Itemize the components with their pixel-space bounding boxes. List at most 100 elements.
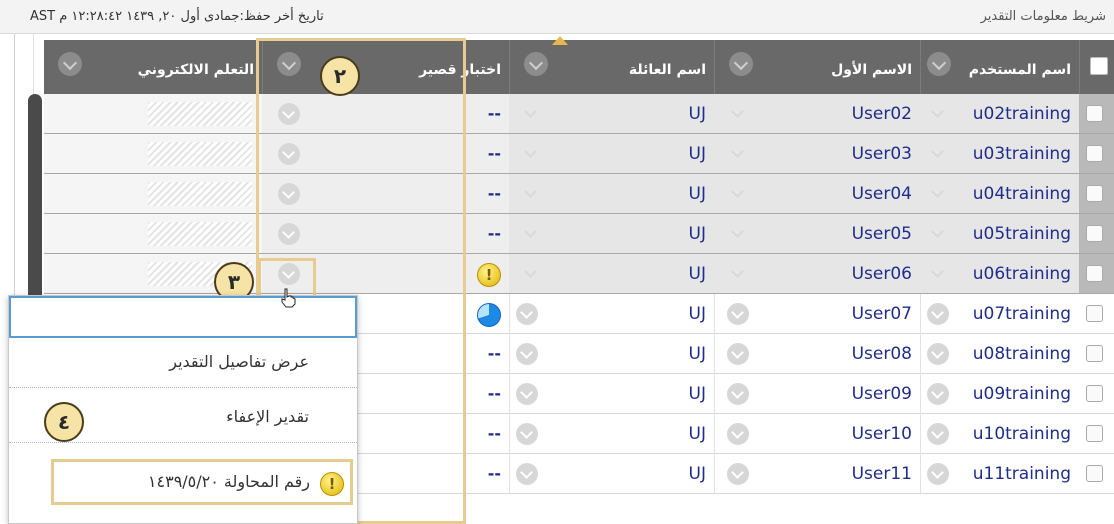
cell-first-name[interactable]: User10 [714, 414, 920, 454]
cell-last-name[interactable]: UJ [509, 374, 714, 414]
chevron-down-icon[interactable] [523, 226, 537, 240]
chevron-down-icon[interactable] [930, 106, 944, 120]
username-link[interactable]: u09training [973, 384, 1071, 404]
cell-username[interactable]: u08training [920, 334, 1079, 374]
last-name-text[interactable]: UJ [689, 464, 706, 484]
cell-last-name[interactable]: UJ [509, 294, 714, 334]
chevron-down-icon[interactable] [727, 463, 749, 485]
chevron-down-icon[interactable] [278, 143, 300, 165]
chevron-down-icon[interactable] [523, 266, 537, 280]
chevron-down-icon[interactable] [727, 343, 749, 365]
chevron-down-icon[interactable] [727, 303, 749, 325]
cell-first-name[interactable]: User11 [714, 454, 920, 494]
chevron-down-icon[interactable] [277, 52, 301, 76]
chevron-down-icon[interactable] [930, 186, 944, 200]
cell-first-name[interactable]: User02 [714, 94, 920, 134]
last-name-text[interactable]: UJ [689, 184, 706, 204]
chevron-down-icon[interactable] [516, 423, 538, 445]
row-checkbox[interactable] [1086, 185, 1103, 202]
cell-username[interactable]: u04training [920, 174, 1079, 214]
cell-username[interactable]: u11training [920, 454, 1079, 494]
chevron-down-icon[interactable] [278, 183, 300, 205]
cell-last-name[interactable]: UJ [509, 94, 714, 134]
last-name-text[interactable]: UJ [689, 384, 706, 404]
table-row[interactable]: -- UJ User05 u05training [44, 214, 1114, 254]
last-name-text[interactable]: UJ [689, 264, 706, 284]
cell-username[interactable]: u05training [920, 214, 1079, 254]
chevron-down-icon[interactable] [523, 186, 537, 200]
row-select-cell[interactable] [1079, 94, 1114, 134]
cell-quiz-grade[interactable]: -- [262, 134, 509, 174]
cell-first-name[interactable]: User04 [714, 174, 920, 214]
cell-username[interactable]: u07training [920, 294, 1079, 334]
header-username[interactable]: اسم المستخدم [920, 40, 1079, 94]
header-select-all[interactable] [1079, 40, 1114, 94]
chevron-down-icon[interactable] [516, 343, 538, 365]
chevron-down-icon[interactable] [523, 146, 537, 160]
chevron-down-icon[interactable] [730, 186, 744, 200]
cell-username[interactable]: u03training [920, 134, 1079, 174]
username-link[interactable]: u11training [973, 464, 1071, 484]
first-name-text[interactable]: User08 [852, 344, 912, 364]
chevron-down-icon[interactable] [58, 52, 82, 76]
first-name-text[interactable]: User11 [852, 464, 912, 484]
row-select-cell[interactable] [1079, 134, 1114, 174]
first-name-text[interactable]: User10 [852, 424, 912, 444]
chevron-down-icon[interactable] [727, 383, 749, 405]
cell-username[interactable]: u06training [920, 254, 1079, 294]
header-quiz[interactable]: اختبار قصير [262, 40, 509, 94]
row-checkbox[interactable] [1086, 145, 1103, 162]
menu-item-attempt[interactable]: رقم المحاولة ١٤٣٩/٥/٢٠ ! [51, 459, 353, 505]
row-checkbox[interactable] [1086, 385, 1103, 402]
chevron-down-icon[interactable] [729, 52, 753, 76]
cell-quiz-grade[interactable]: ! [262, 254, 509, 294]
cell-first-name[interactable]: User09 [714, 374, 920, 414]
chevron-down-icon[interactable] [278, 223, 300, 245]
chevron-down-icon[interactable] [730, 146, 744, 160]
chevron-down-icon[interactable] [930, 226, 944, 240]
table-row[interactable]: ! UJ User06 u06training [44, 254, 1114, 294]
table-row[interactable]: -- UJ User02 u02training [44, 94, 1114, 134]
cell-first-name[interactable]: User08 [714, 334, 920, 374]
last-name-text[interactable]: UJ [689, 344, 706, 364]
first-name-text[interactable]: User04 [852, 184, 912, 204]
row-checkbox[interactable] [1086, 225, 1103, 242]
username-link[interactable]: u06training [973, 264, 1071, 284]
chevron-down-icon[interactable] [730, 106, 744, 120]
cell-first-name[interactable]: User05 [714, 214, 920, 254]
first-name-text[interactable]: User06 [852, 264, 912, 284]
row-checkbox[interactable] [1086, 305, 1103, 322]
username-link[interactable]: u04training [973, 184, 1071, 204]
cell-last-name[interactable]: UJ [509, 254, 714, 294]
cell-quiz-grade[interactable]: -- [262, 94, 509, 134]
table-row[interactable]: -- UJ User04 u04training [44, 174, 1114, 214]
cell-first-name[interactable]: User03 [714, 134, 920, 174]
last-name-text[interactable]: UJ [689, 424, 706, 444]
row-select-cell[interactable] [1079, 374, 1114, 414]
chevron-down-icon[interactable] [278, 103, 300, 125]
chevron-down-icon[interactable] [523, 106, 537, 120]
chevron-down-icon[interactable] [524, 52, 548, 76]
menu-focus-item[interactable] [9, 296, 357, 338]
first-name-text[interactable]: User02 [852, 104, 912, 124]
chevron-down-icon[interactable] [930, 146, 944, 160]
header-elearning[interactable]: التعلم الالكتروني [44, 40, 262, 94]
username-link[interactable]: u07training [973, 304, 1071, 324]
chevron-down-icon[interactable] [927, 52, 951, 76]
cell-last-name[interactable]: UJ [509, 454, 714, 494]
cell-username[interactable]: u10training [920, 414, 1079, 454]
cell-quiz-grade[interactable]: -- [262, 214, 509, 254]
cell-last-name[interactable]: UJ [509, 334, 714, 374]
chevron-down-icon[interactable] [278, 263, 300, 285]
chevron-down-icon[interactable] [927, 423, 949, 445]
table-row[interactable]: -- UJ User03 u03training [44, 134, 1114, 174]
cell-last-name[interactable]: UJ [509, 134, 714, 174]
row-select-cell[interactable] [1079, 254, 1114, 294]
chevron-down-icon[interactable] [927, 303, 949, 325]
first-name-text[interactable]: User03 [852, 144, 912, 164]
cell-first-name[interactable]: User06 [714, 254, 920, 294]
cell-first-name[interactable]: User07 [714, 294, 920, 334]
row-select-cell[interactable] [1079, 174, 1114, 214]
username-link[interactable]: u02training [973, 104, 1071, 124]
chevron-down-icon[interactable] [730, 266, 744, 280]
